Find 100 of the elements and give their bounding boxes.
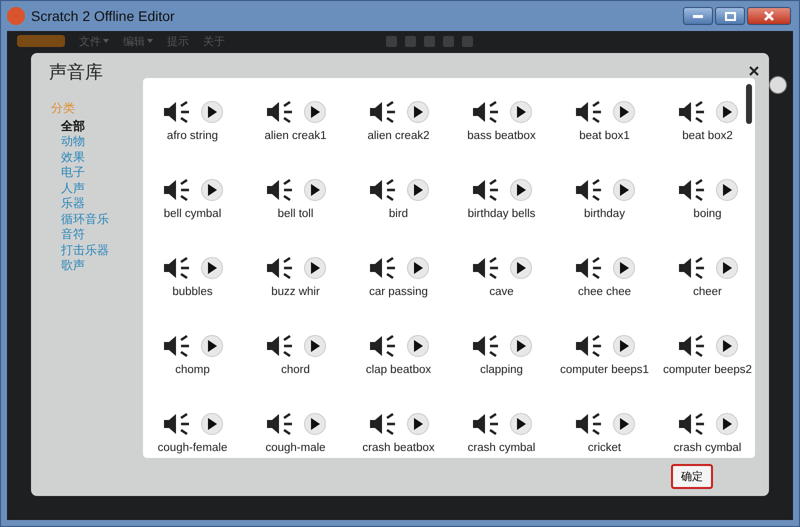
sound-name[interactable]: bubbles: [172, 286, 213, 298]
sound-name[interactable]: bell cymbal: [164, 208, 222, 220]
play-icon: [412, 418, 422, 430]
play-icon: [412, 184, 422, 196]
play-button[interactable]: [200, 334, 222, 356]
play-icon: [618, 418, 628, 430]
minimize-icon: [693, 14, 703, 18]
sound-name[interactable]: afro string: [166, 130, 218, 142]
play-icon: [516, 106, 526, 118]
sound-name[interactable]: cave: [489, 286, 514, 298]
play-icon: [206, 184, 216, 196]
play-icon: [722, 262, 732, 274]
play-button[interactable]: [200, 100, 222, 122]
sound-name[interactable]: crash beatbox: [362, 442, 435, 454]
play-button[interactable]: [304, 334, 326, 356]
play-button[interactable]: [510, 178, 532, 200]
sound-name[interactable]: chee chee: [578, 286, 632, 298]
play-button[interactable]: [510, 334, 532, 356]
play-button[interactable]: [406, 256, 428, 278]
play-icon: [206, 106, 216, 118]
scrollbar[interactable]: [746, 84, 752, 124]
sound-name[interactable]: bass beatbox: [467, 130, 536, 142]
sound-name[interactable]: birthday bells: [468, 208, 536, 220]
play-icon: [206, 418, 216, 430]
sound-name[interactable]: cough-female: [158, 442, 228, 454]
play-icon: [516, 340, 526, 352]
sound-name[interactable]: clap beatbox: [366, 364, 432, 376]
play-button[interactable]: [716, 256, 738, 278]
sound-name[interactable]: cricket: [588, 442, 622, 454]
dialog-title: 声音库: [49, 61, 104, 84]
play-icon: [206, 340, 216, 352]
sound-name[interactable]: birthday: [584, 208, 625, 220]
play-button[interactable]: [612, 178, 634, 200]
play-button[interactable]: [510, 100, 532, 122]
play-button[interactable]: [612, 334, 634, 356]
sound-name[interactable]: bird: [388, 208, 408, 220]
play-button[interactable]: [200, 256, 222, 278]
play-button[interactable]: [200, 412, 222, 434]
play-button[interactable]: [200, 178, 222, 200]
play-button[interactable]: [406, 334, 428, 356]
play-icon: [310, 418, 320, 430]
ok-button[interactable]: 确定: [671, 464, 713, 490]
sound-name[interactable]: crash cymbal: [674, 442, 742, 454]
sound-name[interactable]: crash cymbal: [468, 442, 536, 454]
play-icon: [618, 184, 628, 196]
sound-name[interactable]: bell toll: [278, 208, 314, 220]
play-icon: [516, 184, 526, 196]
sound-name[interactable]: alien creak1: [264, 130, 326, 142]
maximize-button[interactable]: [715, 7, 745, 25]
play-icon: [310, 340, 320, 352]
play-button[interactable]: [716, 334, 738, 356]
play-button[interactable]: [612, 412, 634, 434]
play-button[interactable]: [716, 178, 738, 200]
category-heading: 分类: [51, 100, 76, 116]
play-icon: [310, 106, 320, 118]
play-button[interactable]: [716, 412, 738, 434]
play-icon: [722, 184, 732, 196]
play-icon: [516, 418, 526, 430]
play-button[interactable]: [716, 100, 738, 122]
play-icon: [412, 106, 422, 118]
play-icon: [310, 262, 320, 274]
sound-name[interactable]: computer beeps2: [663, 364, 752, 376]
play-button[interactable]: [304, 100, 326, 122]
category-link[interactable]: 全部: [51, 118, 143, 134]
play-icon: [618, 340, 628, 352]
close-button[interactable]: [747, 7, 791, 25]
play-button[interactable]: [304, 256, 326, 278]
play-button[interactable]: [612, 256, 634, 278]
sound-name[interactable]: chomp: [175, 364, 210, 376]
play-button[interactable]: [612, 100, 634, 122]
play-icon: [722, 340, 732, 352]
sound-name[interactable]: chord: [281, 364, 310, 376]
sound-name[interactable]: boing: [693, 208, 722, 220]
play-button[interactable]: [304, 412, 326, 434]
play-icon: [206, 262, 216, 274]
sound-name[interactable]: beat box1: [579, 130, 630, 142]
sound-name[interactable]: computer beeps1: [560, 364, 649, 376]
caret-icon: [103, 39, 109, 43]
play-icon: [412, 262, 422, 274]
play-icon: [412, 340, 422, 352]
play-icon: [516, 262, 526, 274]
play-button[interactable]: [510, 412, 532, 434]
sound-name[interactable]: clapping: [480, 364, 523, 376]
sound-name[interactable]: buzz whir: [271, 286, 320, 298]
play-button[interactable]: [406, 178, 428, 200]
sound-name[interactable]: beat box2: [682, 130, 733, 142]
maximize-icon: [724, 12, 736, 20]
sound-name[interactable]: cough-male: [265, 442, 326, 454]
play-icon: [618, 106, 628, 118]
play-button[interactable]: [304, 178, 326, 200]
sound-name[interactable]: cheer: [693, 286, 722, 298]
play-button[interactable]: [406, 412, 428, 434]
window-title: Scratch 2 Offline Editor: [31, 8, 176, 24]
sound-name[interactable]: alien creak2: [367, 130, 430, 142]
play-button[interactable]: [510, 256, 532, 278]
close-icon: [749, 66, 759, 76]
play-button[interactable]: [406, 100, 428, 122]
sound-name[interactable]: car passing: [369, 286, 428, 298]
minimize-button[interactable]: [683, 7, 713, 25]
help-icon[interactable]: [769, 76, 787, 94]
